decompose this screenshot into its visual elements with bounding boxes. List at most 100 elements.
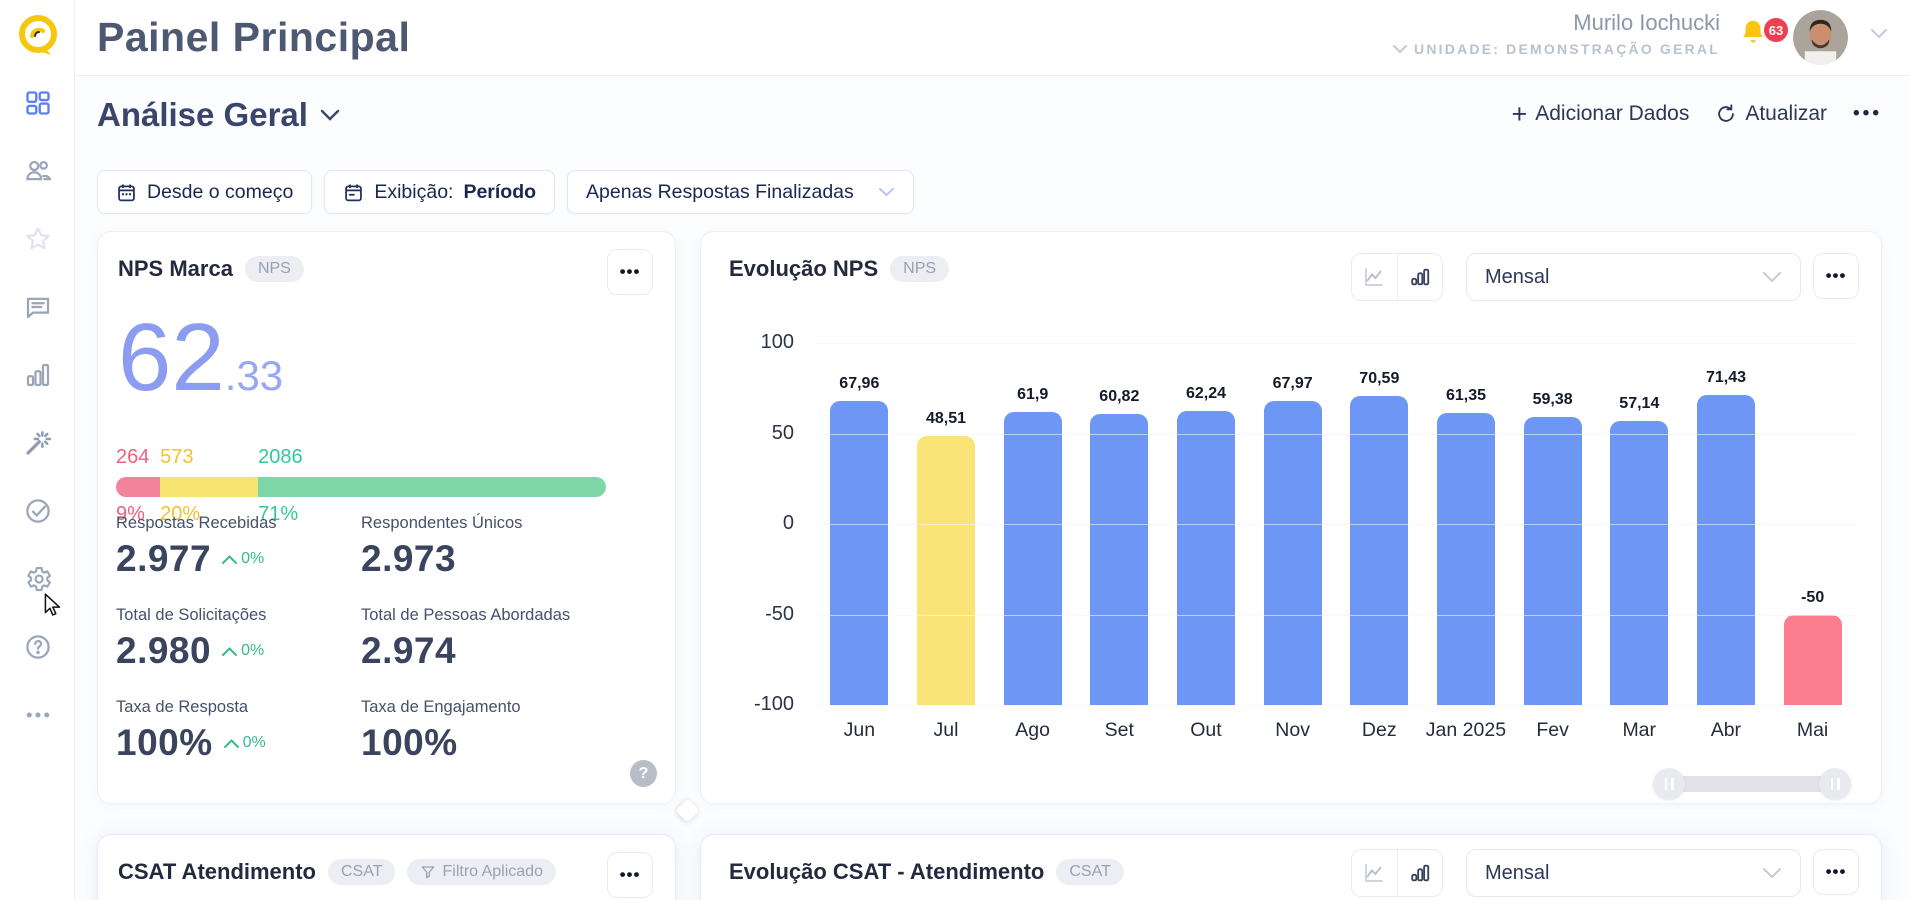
funnel-icon <box>422 866 435 879</box>
display-mode-chip[interactable]: Exibição: Período <box>324 170 556 214</box>
stat-label: Respostas Recebidas <box>116 514 277 532</box>
stat-delta: 0% <box>223 734 266 752</box>
chart-bar <box>1523 416 1582 705</box>
stat-block: Total de Solicitações 2.980 0% <box>116 606 361 672</box>
stat-block: Total de Pessoas Abordadas 2.974 <box>361 606 656 672</box>
app-root: Painel Principal Murilo Iochucki UNIDADE… <box>0 0 1910 900</box>
card-title: Evolução NPS <box>729 256 879 281</box>
sidebar-nav <box>0 88 75 730</box>
stat-block: Taxa de Resposta 100% 0% <box>116 698 361 764</box>
help-circle-icon[interactable] <box>23 632 53 662</box>
card-more-button[interactable]: ••• <box>1813 253 1859 299</box>
users-icon[interactable] <box>23 156 53 186</box>
check-circle-icon[interactable] <box>23 496 53 526</box>
slider-track[interactable] <box>1663 776 1841 792</box>
responses-filter-select[interactable]: Apenas Respostas Finalizadas <box>567 170 914 214</box>
page-title: Painel Principal <box>97 14 411 60</box>
chart-bar <box>1177 411 1235 705</box>
notification-badge: 63 <box>1764 18 1788 42</box>
add-data-button[interactable]: + Adicionar Dados <box>1511 101 1689 128</box>
view-more-button[interactable]: ••• <box>1853 103 1882 125</box>
card-title: NPS Marca <box>118 256 233 281</box>
x-tick-label: Out <box>1190 719 1222 741</box>
bar-chart-icon[interactable] <box>23 360 53 390</box>
line-chart-toggle-icon[interactable] <box>1352 850 1397 896</box>
chevron-down-icon <box>1763 272 1781 283</box>
period-select[interactable]: Mensal <box>1466 253 1801 301</box>
star-icon[interactable] <box>23 224 53 254</box>
nps-brand-card: NPS Marca NPS ••• 62 .33 264 573 2086 9% 20… <box>97 231 676 804</box>
magic-wand-icon[interactable] <box>23 428 53 458</box>
filter-bar: Desde o começo Exibição: Período Apenas … <box>97 170 914 214</box>
chat-icon[interactable] <box>23 292 53 322</box>
x-tick-label: Dez <box>1361 719 1397 741</box>
top-header: Painel Principal Murilo Iochucki UNIDADE… <box>75 0 1910 76</box>
chart-bar <box>1610 420 1669 705</box>
distribution-segment <box>258 477 606 497</box>
slider-handle-left[interactable] <box>1653 768 1685 800</box>
stat-label: Respondentes Únicos <box>361 514 523 532</box>
dashboard-icon[interactable] <box>23 88 53 118</box>
filter-applied-badge: Filtro Aplicado <box>407 859 556 885</box>
bar-value-label: 61,9 <box>1017 385 1049 403</box>
bar-value-label: 67,97 <box>1272 374 1313 392</box>
card-resize-handle[interactable] <box>675 798 700 823</box>
x-tick-label: Set <box>1104 719 1134 741</box>
unit-selector[interactable]: UNIDADE: DEMONSTRAÇÃO GERAL <box>1392 41 1720 57</box>
bar-value-label: 48,51 <box>925 410 966 428</box>
bar-value-label: 67,96 <box>839 375 880 392</box>
chart-x-axis: Jun Jul Ago Set Out Nov Dez Jan 2025 Fev Mar Abr Ma… <box>816 719 1856 742</box>
avatar[interactable] <box>1793 10 1848 65</box>
card-more-button[interactable]: ••• <box>607 852 653 898</box>
stat-value: 2.977 <box>116 538 212 579</box>
chevron-down-icon <box>1763 868 1781 879</box>
y-tick-label: 0 <box>782 512 794 534</box>
bar-value-label: 70,59 <box>1359 370 1400 388</box>
refresh-button[interactable]: Atualizar <box>1715 102 1827 126</box>
stat-value: 100% <box>361 722 458 763</box>
chart-bar <box>830 401 889 705</box>
bar-value-label: 57,14 <box>1619 394 1660 412</box>
sidebar <box>0 0 75 900</box>
card-more-button[interactable]: ••• <box>1813 849 1859 895</box>
gridline <box>816 343 1856 344</box>
stat-delta: 0% <box>221 550 264 568</box>
slider-handle-right[interactable] <box>1819 768 1851 800</box>
segment-count-label: 264 <box>116 446 150 468</box>
help-icon[interactable]: ? <box>630 760 657 787</box>
period-select[interactable]: Mensal <box>1466 849 1801 897</box>
csat-evolution-card: Evolução CSAT - Atendimento CSAT Mensal … <box>700 834 1882 900</box>
x-tick-label: Abr <box>1710 719 1742 741</box>
nps-badge: NPS <box>244 256 304 282</box>
bar-chart-toggle-icon[interactable] <box>1396 850 1443 896</box>
line-chart-toggle-icon[interactable] <box>1352 254 1397 300</box>
stat-value: 2.973 <box>361 538 457 579</box>
unit-label: UNIDADE: DEMONSTRAÇÃO GERAL <box>1414 41 1720 57</box>
nps-evolution-chart: 67,96 48,51 61,9 60,82 62,24 67,97 70,59 61,35 5… <box>816 343 1856 706</box>
stat-value: 100% <box>116 722 213 763</box>
app-logo-icon[interactable] <box>14 12 62 60</box>
bar-chart-toggle-icon[interactable] <box>1396 254 1443 300</box>
nps-score: 62 .33 <box>118 304 284 411</box>
bar-value-label: 71,43 <box>1705 368 1746 386</box>
chart-bar <box>1783 614 1842 705</box>
gridline <box>816 524 1856 525</box>
chevron-down-icon <box>320 109 340 121</box>
more-dots-icon[interactable] <box>23 700 53 730</box>
stat-value: 2.974 <box>361 630 457 671</box>
nps-stats-grid: Respostas Recebidas 2.977 0% Respondentes Ú… <box>116 514 656 764</box>
user-block[interactable]: Murilo Iochucki UNIDADE: DEMONSTRAÇÃO GE… <box>1392 10 1720 57</box>
gear-icon[interactable] <box>23 564 53 594</box>
notifications-button[interactable]: 63 <box>1738 16 1788 52</box>
user-name: Murilo Iochucki <box>1573 10 1720 35</box>
card-more-button[interactable]: ••• <box>607 249 653 295</box>
profile-chevron-icon[interactable] <box>1870 28 1888 39</box>
chart-bar <box>1697 394 1755 705</box>
csat-badge: CSAT <box>1056 859 1124 885</box>
date-range-chip[interactable]: Desde o começo <box>97 170 313 214</box>
x-tick-label: Nov <box>1275 719 1310 741</box>
nps-badge: NPS <box>890 256 950 282</box>
x-tick-label: Jan 2025 <box>1425 719 1507 741</box>
y-tick-label: -50 <box>765 602 794 625</box>
main-content: Análise Geral + Adicionar Dados Atualiza… <box>75 76 1910 900</box>
